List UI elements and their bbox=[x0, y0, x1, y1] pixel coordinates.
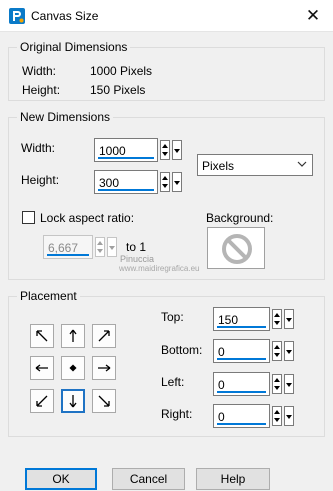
anchor-center-button[interactable] bbox=[61, 356, 85, 380]
new-width-value[interactable]: 1000 bbox=[99, 144, 126, 158]
paintshop-app-icon bbox=[9, 8, 25, 24]
top-offset-value[interactable]: 150 bbox=[218, 313, 238, 327]
lock-aspect-label[interactable]: Lock aspect ratio: bbox=[40, 211, 134, 225]
aspect-ratio-suffix: to 1 bbox=[126, 240, 147, 254]
right-spin-arrows-icon[interactable] bbox=[272, 406, 282, 426]
new-width-spinner[interactable]: 1000 bbox=[94, 138, 186, 162]
anchor-bottom-right-button[interactable] bbox=[92, 389, 116, 413]
arrow-down-left-icon bbox=[36, 395, 48, 407]
new-dimensions-legend: New Dimensions bbox=[17, 110, 114, 124]
anchor-top-right-button[interactable] bbox=[92, 324, 116, 348]
right-dropdown-icon[interactable] bbox=[284, 406, 294, 426]
width-spin-arrows-icon[interactable] bbox=[160, 140, 170, 160]
bottom-offset-value[interactable]: 0 bbox=[218, 345, 225, 359]
no-color-icon bbox=[222, 234, 252, 264]
chevron-down-icon bbox=[297, 161, 307, 167]
height-dropdown-icon[interactable] bbox=[172, 172, 182, 192]
arrow-right-icon bbox=[98, 364, 111, 372]
original-height-label: Height: bbox=[22, 83, 61, 97]
left-spin-arrows-icon[interactable] bbox=[272, 374, 282, 394]
aspect-ratio-spinner[interactable]: 6,667 bbox=[43, 235, 119, 259]
anchor-right-button[interactable] bbox=[92, 356, 116, 380]
right-offset-label: Right: bbox=[161, 407, 193, 421]
original-height-value: 150 Pixels bbox=[90, 83, 146, 97]
ratio-spin-arrows-icon[interactable] bbox=[95, 237, 105, 257]
left-offset-value[interactable]: 0 bbox=[218, 378, 225, 392]
height-spin-arrows-icon[interactable] bbox=[160, 172, 170, 192]
ratio-dropdown-icon[interactable] bbox=[107, 237, 117, 257]
bottom-spin-arrows-icon[interactable] bbox=[272, 341, 282, 361]
close-button[interactable]: ✕ bbox=[293, 0, 333, 32]
watermark-url: www.maidiregrafica.eu bbox=[119, 264, 200, 273]
new-width-label: Width: bbox=[21, 141, 56, 155]
left-offset-label: Left: bbox=[161, 375, 185, 389]
background-swatch[interactable] bbox=[207, 227, 265, 269]
arrow-down-icon bbox=[69, 395, 77, 408]
units-selected-value: Pixels bbox=[202, 159, 235, 173]
left-offset-spinner[interactable]: 0 bbox=[213, 372, 297, 396]
arrow-up-left-icon bbox=[36, 330, 48, 342]
title-bar: Canvas Size ✕ bbox=[0, 0, 333, 32]
arrow-left-icon bbox=[35, 364, 48, 372]
new-height-value[interactable]: 300 bbox=[99, 176, 119, 190]
right-offset-spinner[interactable]: 0 bbox=[213, 404, 297, 428]
ok-button[interactable]: OK bbox=[25, 468, 97, 490]
top-dropdown-icon[interactable] bbox=[284, 309, 294, 329]
window-title: Canvas Size bbox=[31, 9, 99, 23]
placement-legend: Placement bbox=[17, 289, 80, 303]
original-width-label: Width: bbox=[22, 64, 57, 78]
help-button[interactable]: Help bbox=[196, 468, 270, 490]
top-offset-spinner[interactable]: 150 bbox=[213, 307, 297, 331]
center-dot-icon bbox=[69, 364, 77, 372]
new-height-spinner[interactable]: 300 bbox=[94, 170, 186, 194]
anchor-left-button[interactable] bbox=[30, 356, 54, 380]
anchor-bottom-left-button[interactable] bbox=[30, 389, 54, 413]
width-dropdown-icon[interactable] bbox=[172, 140, 182, 160]
bottom-offset-spinner[interactable]: 0 bbox=[213, 339, 297, 363]
original-dimensions-legend: Original Dimensions bbox=[17, 40, 131, 54]
anchor-top-button[interactable] bbox=[61, 324, 85, 348]
units-select[interactable]: Pixels bbox=[197, 154, 313, 176]
background-label: Background: bbox=[206, 211, 274, 225]
bottom-offset-label: Bottom: bbox=[161, 343, 203, 357]
arrow-up-icon bbox=[69, 329, 77, 342]
anchor-bottom-button[interactable] bbox=[61, 389, 85, 413]
top-spin-arrows-icon[interactable] bbox=[272, 309, 282, 329]
cancel-button[interactable]: Cancel bbox=[112, 468, 185, 490]
left-dropdown-icon[interactable] bbox=[284, 374, 294, 394]
watermark-text: Pinuccia bbox=[120, 254, 155, 264]
original-width-value: 1000 Pixels bbox=[90, 64, 153, 78]
anchor-top-left-button[interactable] bbox=[30, 324, 54, 348]
aspect-ratio-value[interactable]: 6,667 bbox=[48, 241, 78, 255]
arrow-up-right-icon bbox=[98, 330, 110, 342]
new-height-label: Height: bbox=[21, 173, 60, 187]
arrow-down-right-icon bbox=[98, 395, 110, 407]
top-offset-label: Top: bbox=[161, 310, 184, 324]
lock-aspect-checkbox[interactable] bbox=[22, 211, 35, 224]
bottom-dropdown-icon[interactable] bbox=[284, 341, 294, 361]
right-offset-value[interactable]: 0 bbox=[218, 410, 225, 424]
